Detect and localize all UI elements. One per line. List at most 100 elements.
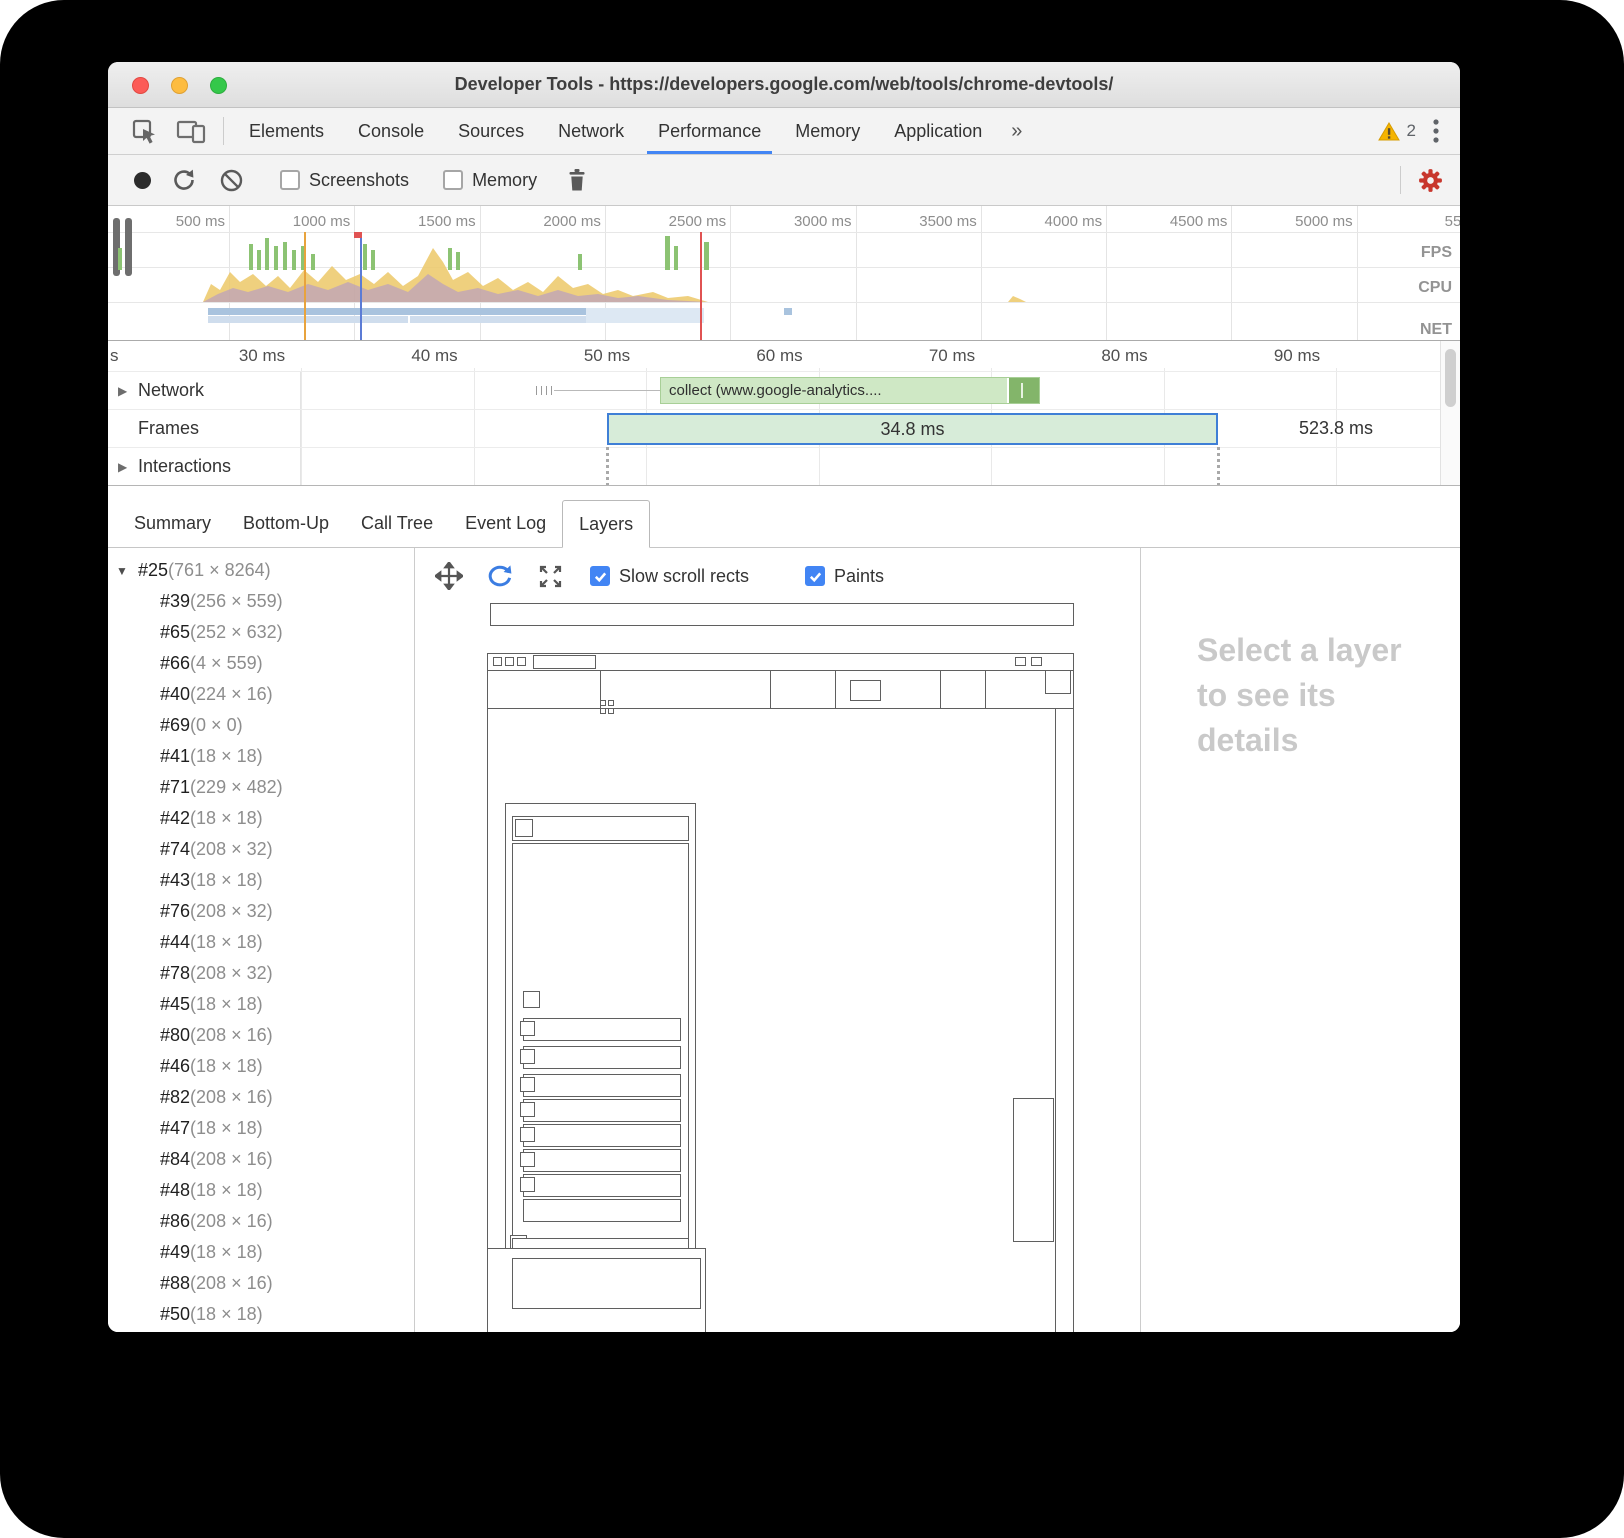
layer-id: #42: [160, 808, 190, 829]
frames-row-label: Frames: [138, 410, 199, 447]
layer-size: (208 × 16): [190, 1025, 273, 1046]
warning-count: 2: [1407, 121, 1416, 141]
layer-tree-item[interactable]: #80(208 × 16): [108, 1020, 414, 1051]
layers-toolbar: Slow scroll rects Paints: [415, 548, 1140, 604]
tab-application[interactable]: Application: [877, 108, 999, 154]
layer-tree-item[interactable]: #76(208 × 32): [108, 896, 414, 927]
timeline-overview[interactable]: 500 ms1000 ms1500 ms2000 ms2500 ms3000 m…: [108, 206, 1460, 341]
screenshots-checkbox[interactable]: [280, 170, 300, 190]
layer-tree-item[interactable]: #48(18 × 18): [108, 1175, 414, 1206]
overview-tick-label: 5500: [1398, 213, 1460, 230]
clear-recording-button[interactable]: [219, 168, 244, 193]
layer-tree-item[interactable]: #43(18 × 18): [108, 865, 414, 896]
layer-size: (18 × 18): [190, 932, 263, 953]
detail-tab-summary[interactable]: Summary: [118, 500, 227, 547]
detail-tab-call-tree[interactable]: Call Tree: [345, 500, 449, 547]
tab-elements[interactable]: Elements: [232, 108, 341, 154]
layer-tree-item[interactable]: #78(208 × 32): [108, 958, 414, 989]
layer-tree-item[interactable]: #82(208 × 16): [108, 1082, 414, 1113]
layer-wireframe-view[interactable]: [415, 548, 1140, 1332]
slow-scroll-rects-checkbox[interactable]: [590, 566, 610, 586]
inspect-element-icon[interactable]: [122, 108, 167, 154]
network-event-bar[interactable]: collect (www.google-analytics....: [660, 377, 1040, 404]
frames-row[interactable]: Frames 34.8 ms 523.8 ms: [108, 409, 1460, 447]
detail-tab-event-log[interactable]: Event Log: [449, 500, 562, 547]
paints-toggle[interactable]: Paints: [805, 566, 884, 587]
tab-memory[interactable]: Memory: [778, 108, 877, 154]
gear-icon: [1417, 167, 1444, 194]
timeline-detail[interactable]: s 30 ms40 ms50 ms60 ms70 ms80 ms90 ms ▶ …: [108, 341, 1460, 486]
layer-size: (18 × 18): [190, 1304, 263, 1325]
layer-tree-item[interactable]: #42(18 × 18): [108, 803, 414, 834]
layer-tree-item[interactable]: #86(208 × 16): [108, 1206, 414, 1237]
layer-tree-item[interactable]: #90(208 × 16): [108, 1330, 414, 1332]
layer-tree-item[interactable]: #46(18 × 18): [108, 1051, 414, 1082]
main-tabbar: ElementsConsoleSourcesNetworkPerformance…: [108, 108, 1460, 155]
record-button[interactable]: [134, 172, 151, 189]
detail-tab-bottom-up[interactable]: Bottom-Up: [227, 500, 345, 547]
layer-tree-pane[interactable]: ▼#25(761 × 8264)#39(256 × 559)#65(252 × …: [108, 548, 415, 1332]
tabbar-right-group: 2: [1378, 108, 1446, 154]
interactions-row[interactable]: ▶ Interactions: [108, 447, 1460, 485]
layer-tree-item[interactable]: ▼#25(761 × 8264): [108, 555, 414, 586]
network-stem-tick: [546, 386, 547, 395]
tree-expand-icon[interactable]: ▼: [116, 564, 128, 578]
devtools-window: Developer Tools - https://developers.goo…: [108, 62, 1460, 1332]
layer-tree-item[interactable]: #47(18 × 18): [108, 1113, 414, 1144]
layer-tree-item[interactable]: #40(224 × 16): [108, 679, 414, 710]
memory-toggle[interactable]: Memory: [443, 170, 537, 191]
paints-checkbox[interactable]: [805, 566, 825, 586]
layer-tree-item[interactable]: #88(208 × 16): [108, 1268, 414, 1299]
layer-tree-item[interactable]: #39(256 × 559): [108, 586, 414, 617]
minimize-button[interactable]: [171, 77, 188, 94]
detail-tab-layers[interactable]: Layers: [562, 500, 650, 548]
tab-performance[interactable]: Performance: [641, 108, 778, 154]
memory-checkbox[interactable]: [443, 170, 463, 190]
tab-console[interactable]: Console: [341, 108, 441, 154]
device-toolbar-icon[interactable]: [167, 108, 215, 154]
layer-tree-item[interactable]: #41(18 × 18): [108, 741, 414, 772]
console-warnings-button[interactable]: 2: [1378, 121, 1416, 141]
zoom-button[interactable]: [210, 77, 227, 94]
layer-tree-item[interactable]: #65(252 × 632): [108, 617, 414, 648]
network-row[interactable]: ▶ Network collect (www.google-analytics.…: [108, 371, 1460, 409]
layer-tree-item[interactable]: #71(229 × 482): [108, 772, 414, 803]
layer-id: #46: [160, 1056, 190, 1077]
layer-tree-item[interactable]: #74(208 × 32): [108, 834, 414, 865]
screenshots-toggle[interactable]: Screenshots: [280, 170, 409, 191]
reset-view-button[interactable]: [537, 563, 564, 590]
layer-tree-item[interactable]: #50(18 × 18): [108, 1299, 414, 1330]
tab-network[interactable]: Network: [541, 108, 641, 154]
layer-id: #66: [160, 653, 190, 674]
layer-tree-item[interactable]: #69(0 × 0): [108, 710, 414, 741]
layer-tree-item[interactable]: #66(4 × 559): [108, 648, 414, 679]
layer-canvas-pane[interactable]: Slow scroll rects Paints: [415, 548, 1140, 1332]
rotate-mode-button[interactable]: [485, 562, 515, 590]
slow-scroll-rects-toggle[interactable]: Slow scroll rects: [590, 566, 749, 587]
divider: [1400, 166, 1401, 194]
trash-icon: [565, 167, 589, 193]
tab-sources[interactable]: Sources: [441, 108, 541, 154]
garbage-collect-button[interactable]: [565, 167, 589, 193]
layer-size: (18 × 18): [190, 1242, 263, 1263]
more-tabs-button[interactable]: »: [999, 108, 1034, 154]
selected-frame-bar[interactable]: 34.8 ms: [607, 413, 1218, 445]
network-stem-tick: [536, 386, 537, 395]
scrollbar-thumb[interactable]: [1445, 349, 1456, 407]
layer-tree-item[interactable]: #44(18 × 18): [108, 927, 414, 958]
layer-tree-item[interactable]: #84(208 × 16): [108, 1144, 414, 1175]
capture-settings-button[interactable]: [1417, 167, 1444, 194]
expand-interactions-icon[interactable]: ▶: [118, 460, 127, 474]
expand-network-icon[interactable]: ▶: [118, 384, 127, 398]
devtools-menu-button[interactable]: [1432, 117, 1440, 145]
reload-and-profile-button[interactable]: [171, 167, 197, 193]
layer-tree-item[interactable]: #45(18 × 18): [108, 989, 414, 1020]
timeline-edge-label: s: [110, 346, 119, 366]
timeline-rows: ▶ Network collect (www.google-analytics.…: [108, 371, 1460, 485]
close-button[interactable]: [132, 77, 149, 94]
pan-mode-button[interactable]: [435, 562, 463, 590]
overview-tick-label: 1000 ms: [270, 213, 350, 230]
timeline-scrollbar[interactable]: [1440, 341, 1460, 485]
layer-id: #50: [160, 1304, 190, 1325]
layer-tree-item[interactable]: #49(18 × 18): [108, 1237, 414, 1268]
